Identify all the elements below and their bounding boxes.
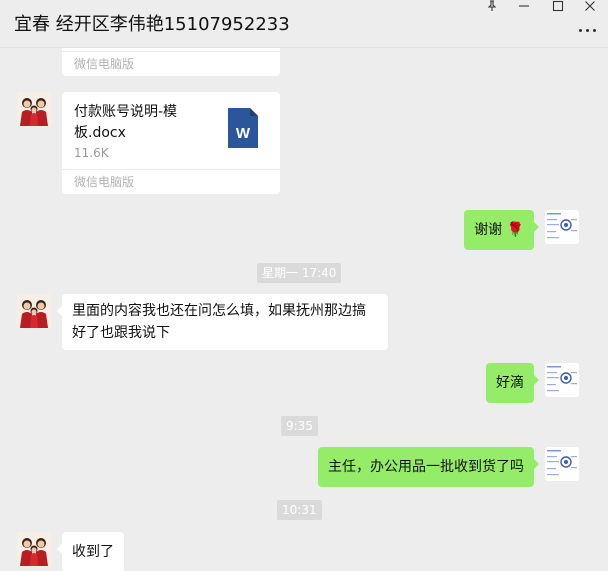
previous-message-card[interactable]: 微信电脑版 xyxy=(62,48,280,76)
svg-text:W: W xyxy=(236,125,251,142)
source-label: 微信电脑版 xyxy=(62,51,280,76)
contact-avatar[interactable] xyxy=(17,532,51,566)
message-bubble-received[interactable]: 收到了 xyxy=(57,532,124,571)
message-list[interactable]: 微信电脑版 付款账号说明-模板.docx 11.6K W 微信电脑版 谢谢 🌹 xyxy=(0,48,608,571)
message-bubble-long[interactable]: 里面的内容我也还在问怎么填，如果抚州那边搞好了也跟我说下 xyxy=(57,294,388,350)
file-source-label: 微信电脑版 xyxy=(62,169,280,194)
message-text: 主任，办公用品一批收到货了吗 xyxy=(328,459,524,475)
minimize-icon[interactable] xyxy=(514,0,534,12)
message-text: 好滴 xyxy=(496,375,524,391)
message-bubble-thanks[interactable]: 谢谢 🌹 xyxy=(464,210,539,250)
more-options-icon[interactable] xyxy=(578,22,598,38)
my-avatar[interactable] xyxy=(545,447,579,481)
pin-icon[interactable] xyxy=(482,0,502,12)
my-avatar[interactable] xyxy=(545,210,579,244)
title-bar: 宜春 经开区李伟艳15107952233 xyxy=(0,0,608,48)
rose-emoji-icon: 🌹 xyxy=(506,222,524,238)
file-size: 11.6K xyxy=(74,146,109,160)
word-document-icon: W xyxy=(228,108,258,148)
maximize-icon[interactable] xyxy=(548,0,568,12)
timestamp: 9:35 xyxy=(281,416,318,436)
contact-avatar[interactable] xyxy=(17,92,51,126)
message-bubble-ok[interactable]: 好滴 xyxy=(486,363,539,403)
message-bubble-ask[interactable]: 主任，办公用品一批收到货了吗 xyxy=(318,447,539,487)
file-message[interactable]: 付款账号说明-模板.docx 11.6K W 微信电脑版 xyxy=(62,92,280,194)
timestamp: 10:31 xyxy=(277,500,322,520)
message-text: 里面的内容我也还在问怎么填，如果抚州那边搞好了也跟我说下 xyxy=(72,303,366,341)
timestamp: 星期一 17:40 xyxy=(257,263,342,283)
message-text: 谢谢 xyxy=(474,222,503,238)
contact-avatar[interactable] xyxy=(17,294,51,328)
file-name: 付款账号说明-模板.docx xyxy=(74,104,178,141)
chat-title: 宜春 经开区李伟艳15107952233 xyxy=(14,14,290,35)
message-text: 收到了 xyxy=(72,544,114,560)
close-icon[interactable] xyxy=(580,0,600,12)
my-avatar[interactable] xyxy=(545,363,579,397)
